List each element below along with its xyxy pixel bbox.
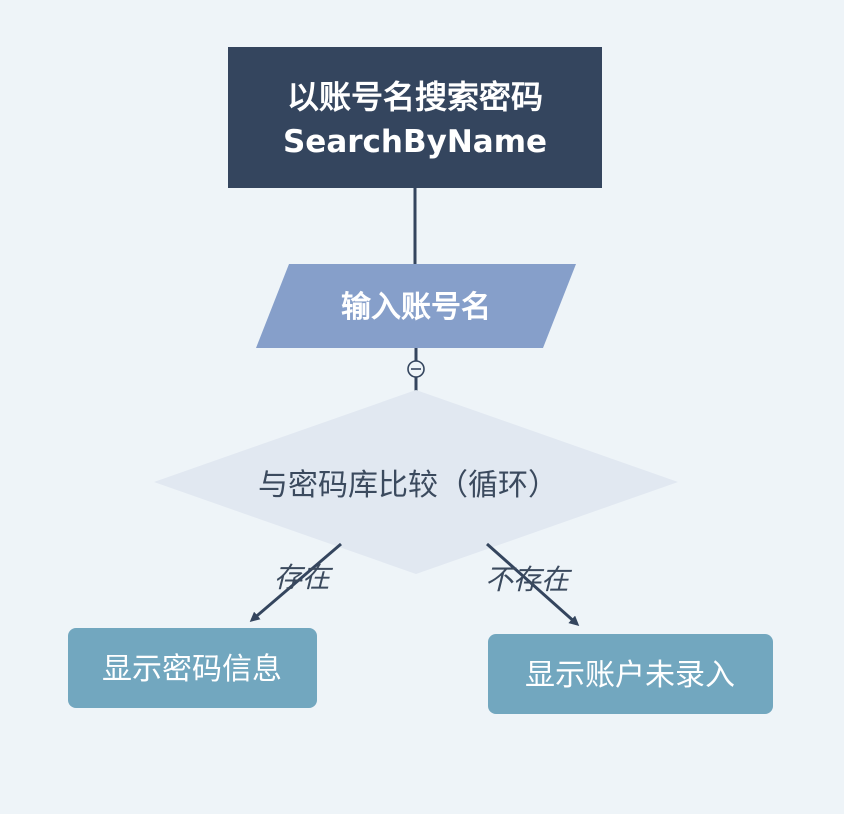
edge-label-yes: 存在	[274, 561, 334, 594]
result-node-show-password-label: 显示密码信息	[102, 652, 282, 687]
decision-node-label: 与密码库比较（循环）	[258, 468, 558, 503]
input-node-label: 输入账号名	[341, 290, 491, 325]
collapse-minus-icon[interactable]	[407, 360, 425, 378]
flowchart: 以账号名搜索密码 SearchByName 输入账号名 与密码库比较（循环） 存…	[68, 47, 773, 714]
input-node[interactable]: 输入账号名	[256, 264, 576, 348]
start-node-subtitle: SearchByName	[283, 124, 547, 160]
edge-label-no: 不存在	[485, 563, 573, 596]
start-node-box	[228, 47, 602, 188]
start-node[interactable]: 以账号名搜索密码 SearchByName	[228, 47, 602, 188]
start-node-title: 以账号名搜索密码	[287, 78, 543, 116]
result-node-account-missing-label: 显示账户未录入	[525, 658, 735, 693]
result-node-show-password[interactable]: 显示密码信息	[68, 628, 317, 708]
result-node-account-missing[interactable]: 显示账户未录入	[488, 634, 773, 714]
decision-node[interactable]: 与密码库比较（循环）	[154, 390, 678, 574]
